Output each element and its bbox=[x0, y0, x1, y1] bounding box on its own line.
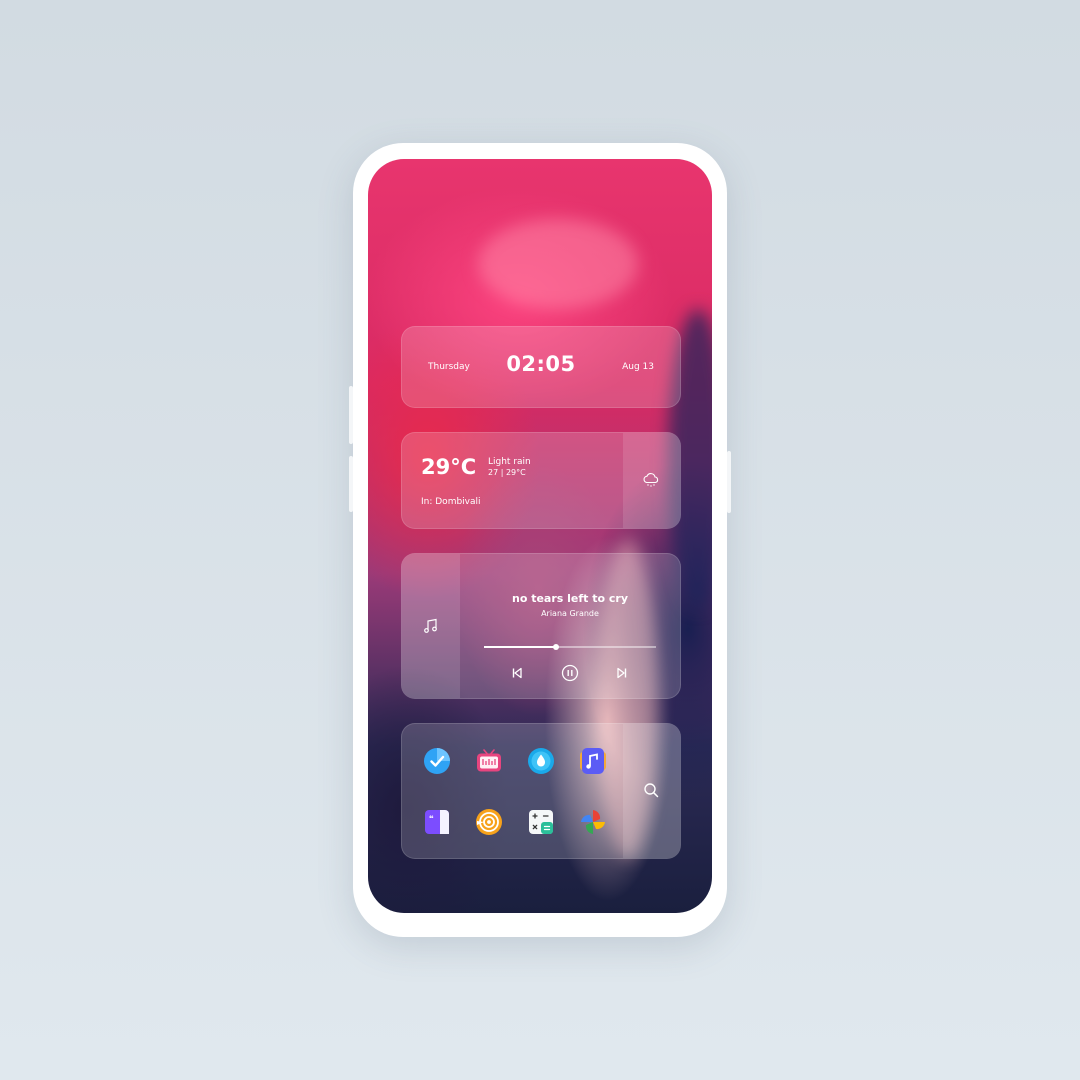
notes-app-icon[interactable]: ❝ bbox=[423, 808, 451, 836]
date-label: Aug 13 bbox=[622, 362, 654, 372]
progress-knob[interactable] bbox=[553, 644, 560, 650]
progress-fill bbox=[484, 646, 557, 648]
weather-location: In: Dombivali bbox=[421, 497, 481, 507]
next-icon[interactable] bbox=[615, 666, 629, 680]
calculator-app-icon[interactable] bbox=[527, 808, 555, 836]
pinwheel-app-icon[interactable] bbox=[579, 808, 607, 836]
music-widget: no tears left to cry Ariana Grande bbox=[401, 553, 681, 699]
wallpaper-swirl bbox=[478, 219, 638, 309]
svg-text:❝: ❝ bbox=[429, 814, 434, 823]
previous-icon[interactable] bbox=[510, 666, 524, 680]
song-artist: Ariana Grande bbox=[541, 609, 599, 618]
weather-condition: Light rain bbox=[488, 457, 531, 467]
phone-frame: Thursday 02:05 Aug 13 29°C Light rain 27… bbox=[349, 143, 731, 937]
side-button-right bbox=[727, 451, 731, 513]
pause-icon[interactable] bbox=[561, 664, 579, 682]
weather-icon-panel[interactable] bbox=[623, 433, 680, 528]
power-button bbox=[349, 456, 353, 512]
volume-button bbox=[349, 386, 353, 444]
water-drop-app-icon[interactable] bbox=[527, 747, 555, 775]
music-icon-panel[interactable] bbox=[402, 554, 460, 698]
progress-bar[interactable] bbox=[484, 644, 656, 650]
temperature-range: 27 | 29°C bbox=[488, 468, 526, 477]
bilibili-app-icon[interactable] bbox=[475, 747, 503, 775]
tasks-app-icon[interactable] bbox=[423, 747, 451, 775]
clock-widget[interactable]: Thursday 02:05 Aug 13 bbox=[401, 326, 681, 408]
home-screen: Thursday 02:05 Aug 13 29°C Light rain 27… bbox=[368, 159, 712, 913]
search-icon[interactable] bbox=[643, 782, 659, 798]
podcast-app-icon[interactable] bbox=[475, 808, 503, 836]
app-search-panel[interactable] bbox=[623, 724, 680, 858]
music-app-icon[interactable] bbox=[579, 747, 607, 775]
cloud-rain-icon bbox=[643, 473, 659, 487]
music-note-icon bbox=[424, 618, 437, 633]
weather-widget[interactable]: 29°C Light rain 27 | 29°C In: Dombivali bbox=[401, 432, 681, 529]
temperature: 29°C bbox=[421, 455, 477, 479]
song-title: no tears left to cry bbox=[511, 592, 629, 605]
app-grid-widget: ❝ bbox=[401, 723, 681, 859]
